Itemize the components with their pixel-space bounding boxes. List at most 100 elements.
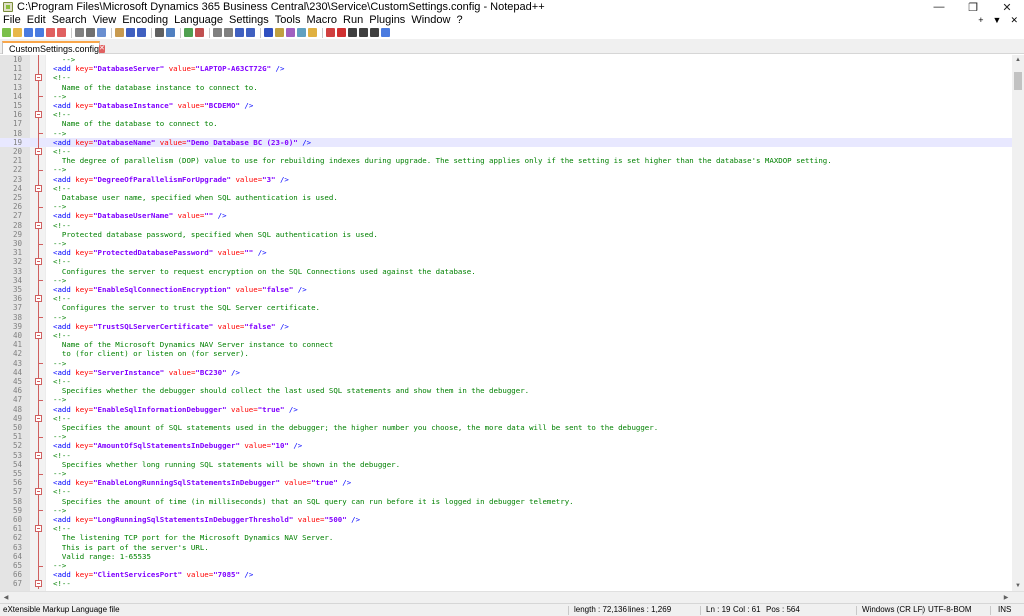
code-line[interactable]: 28 <!-- — [0, 220, 1012, 230]
code-line[interactable]: 30 --> — [0, 239, 1012, 249]
code-line[interactable]: 41 Name of the Microsoft Dynamics NAV Se… — [0, 340, 1012, 350]
fold-toggle-icon[interactable] — [35, 451, 42, 459]
code-line[interactable]: 10 --> — [0, 55, 1012, 65]
code-line[interactable]: 39 <add key="TrustSQLServerCertificate" v… — [0, 321, 1012, 331]
replace-icon[interactable] — [166, 28, 175, 37]
code-line[interactable]: 64 Valid range: 1-65535 — [0, 551, 1012, 561]
record-macro-icon[interactable] — [337, 28, 346, 37]
fold-toggle-icon[interactable] — [35, 488, 42, 496]
code-line[interactable]: 61 <!-- — [0, 524, 1012, 534]
code-line[interactable]: 12 <!-- — [0, 73, 1012, 83]
close-all-icon[interactable] — [57, 28, 66, 37]
code-line[interactable]: 42 to (for client) or listen on (for ser… — [0, 349, 1012, 359]
code-line[interactable]: 43 --> — [0, 358, 1012, 368]
save-all-icon[interactable] — [35, 28, 44, 37]
open-file-icon[interactable] — [13, 28, 22, 37]
word-wrap-icon[interactable] — [235, 28, 244, 37]
sync-horizontal-icon[interactable] — [224, 28, 233, 37]
status-insert-mode[interactable]: INS — [998, 604, 1011, 616]
code-line[interactable]: 23 <add key="DegreeOfParallelismForUpgrad… — [0, 174, 1012, 184]
fold-toggle-icon[interactable] — [35, 414, 42, 422]
menu-window[interactable]: Window — [408, 14, 453, 26]
fold-toggle-icon[interactable] — [35, 332, 42, 339]
fold-toggle-icon[interactable] — [35, 221, 42, 229]
code-line[interactable]: 21 The degree of parallelism (DOP) value… — [0, 156, 1012, 166]
code-line[interactable]: 67 <!-- — [0, 579, 1012, 589]
code-line[interactable]: 56 <add key="EnableLongRunningSqlStatemen… — [0, 478, 1012, 488]
vertical-scrollbar[interactable]: ▲ ▼ — [1012, 55, 1024, 591]
fold-toggle-icon[interactable] — [35, 525, 42, 533]
code-line[interactable]: 20 <!-- — [0, 147, 1012, 157]
cut-icon[interactable] — [86, 28, 95, 37]
code-line[interactable]: 57 <!-- — [0, 487, 1012, 497]
code-line[interactable]: 48 <add key="EnableSqlInformationDebugger… — [0, 404, 1012, 414]
code-line[interactable]: 14 --> — [0, 91, 1012, 101]
code-line[interactable]: 47 --> — [0, 395, 1012, 405]
menu-edit[interactable]: Edit — [24, 14, 49, 26]
code-line[interactable]: 15 <add key="DatabaseInstance" value="BCD… — [0, 101, 1012, 111]
new-file-icon[interactable] — [2, 28, 11, 37]
copy-icon[interactable] — [97, 28, 106, 37]
code-line[interactable]: 36 <!-- — [0, 294, 1012, 304]
undo-icon[interactable] — [126, 28, 135, 37]
minimize-button[interactable]: — — [922, 0, 956, 14]
fold-toggle-icon[interactable] — [35, 378, 42, 385]
code-line[interactable]: 22 --> — [0, 165, 1012, 175]
code-line[interactable]: 40 <!-- — [0, 331, 1012, 341]
code-line[interactable]: 62 The listening TCP port for the Micros… — [0, 533, 1012, 543]
stop-macro-icon[interactable] — [348, 28, 357, 37]
code-line[interactable]: 60 <add key="LongRunningSqlStatementsInDe… — [0, 515, 1012, 525]
paste-icon[interactable] — [115, 28, 124, 37]
play-multiple-icon[interactable] — [370, 28, 379, 37]
tab-close-icon[interactable]: ✕ — [99, 44, 105, 53]
code-line[interactable]: 24 <!-- — [0, 183, 1012, 193]
code-line[interactable]: 66 <add key="ClientServicesPort" value="7… — [0, 570, 1012, 580]
code-line[interactable]: 65 --> — [0, 561, 1012, 571]
code-line[interactable]: 11 <add key="DatabaseServer" value="LAPTO… — [0, 64, 1012, 74]
code-line[interactable]: 46 Specifies whether the debugger should… — [0, 386, 1012, 396]
fold-toggle-icon[interactable] — [35, 111, 42, 119]
close-window-button[interactable]: ✕ — [990, 0, 1024, 14]
redo-icon[interactable] — [137, 28, 146, 37]
doc-map-icon[interactable] — [286, 28, 295, 37]
code-line[interactable]: 17 Name of the database to connect to. — [0, 119, 1012, 129]
code-line[interactable]: 38 --> — [0, 312, 1012, 322]
show-all-chars-icon[interactable] — [246, 28, 255, 37]
fold-toggle-icon[interactable] — [35, 148, 42, 155]
menu-plugins[interactable]: Plugins — [366, 14, 408, 26]
fold-toggle-icon[interactable] — [35, 74, 42, 82]
code-line[interactable]: 51 --> — [0, 432, 1012, 442]
vertical-scroll-thumb[interactable] — [1014, 72, 1022, 90]
tab-list-button[interactable]: ▼ — [993, 15, 1002, 25]
scroll-down-icon[interactable]: ▼ — [1012, 581, 1024, 591]
code-line[interactable]: 37 Configures the server to trust the SQ… — [0, 303, 1012, 313]
code-line[interactable]: 32 <!-- — [0, 257, 1012, 267]
code-line[interactable]: 49 <!-- — [0, 413, 1012, 423]
close-icon[interactable] — [46, 28, 55, 37]
code-line[interactable]: 27 <add key="DatabaseUserName" value="" /… — [0, 211, 1012, 221]
code-line[interactable]: 53 <!-- — [0, 450, 1012, 460]
editor-pane[interactable]: 10 --> 11 <add key="DatabaseServer" value=… — [0, 55, 1024, 591]
code-line[interactable]: 50 Specifies the amount of SQL statement… — [0, 423, 1012, 433]
code-line[interactable]: 19 <add key="DatabaseName" value="Demo Da… — [0, 137, 1012, 147]
menu-view[interactable]: View — [90, 14, 120, 26]
zoom-in-icon[interactable] — [184, 28, 193, 37]
code-line[interactable]: 54 Specifies whether long running SQL st… — [0, 459, 1012, 469]
print-icon[interactable] — [75, 28, 84, 37]
menu-tools[interactable]: Tools — [272, 14, 304, 26]
code-line[interactable]: 16 <!-- — [0, 110, 1012, 120]
tab-customsettings-config[interactable]: CustomSettings.config ✕ — [2, 41, 105, 54]
menu-settings[interactable]: Settings — [226, 14, 272, 26]
sync-vertical-icon[interactable] — [213, 28, 222, 37]
code-line[interactable]: 55 --> — [0, 469, 1012, 479]
menu-language[interactable]: Language — [171, 14, 226, 26]
scroll-up-icon[interactable]: ▲ — [1012, 55, 1024, 65]
notepadpp-app-icon[interactable] — [3, 2, 13, 12]
zoom-out-icon[interactable] — [195, 28, 204, 37]
code-line[interactable]: 34 --> — [0, 275, 1012, 285]
menu-run[interactable]: Run — [340, 14, 366, 26]
play-macro-icon[interactable] — [359, 28, 368, 37]
code-line[interactable]: 58 Specifies the amount of time (in mill… — [0, 496, 1012, 506]
horizontal-scrollbar[interactable]: ◀ ▶ — [0, 591, 1024, 603]
code-line[interactable]: 18 --> — [0, 128, 1012, 138]
